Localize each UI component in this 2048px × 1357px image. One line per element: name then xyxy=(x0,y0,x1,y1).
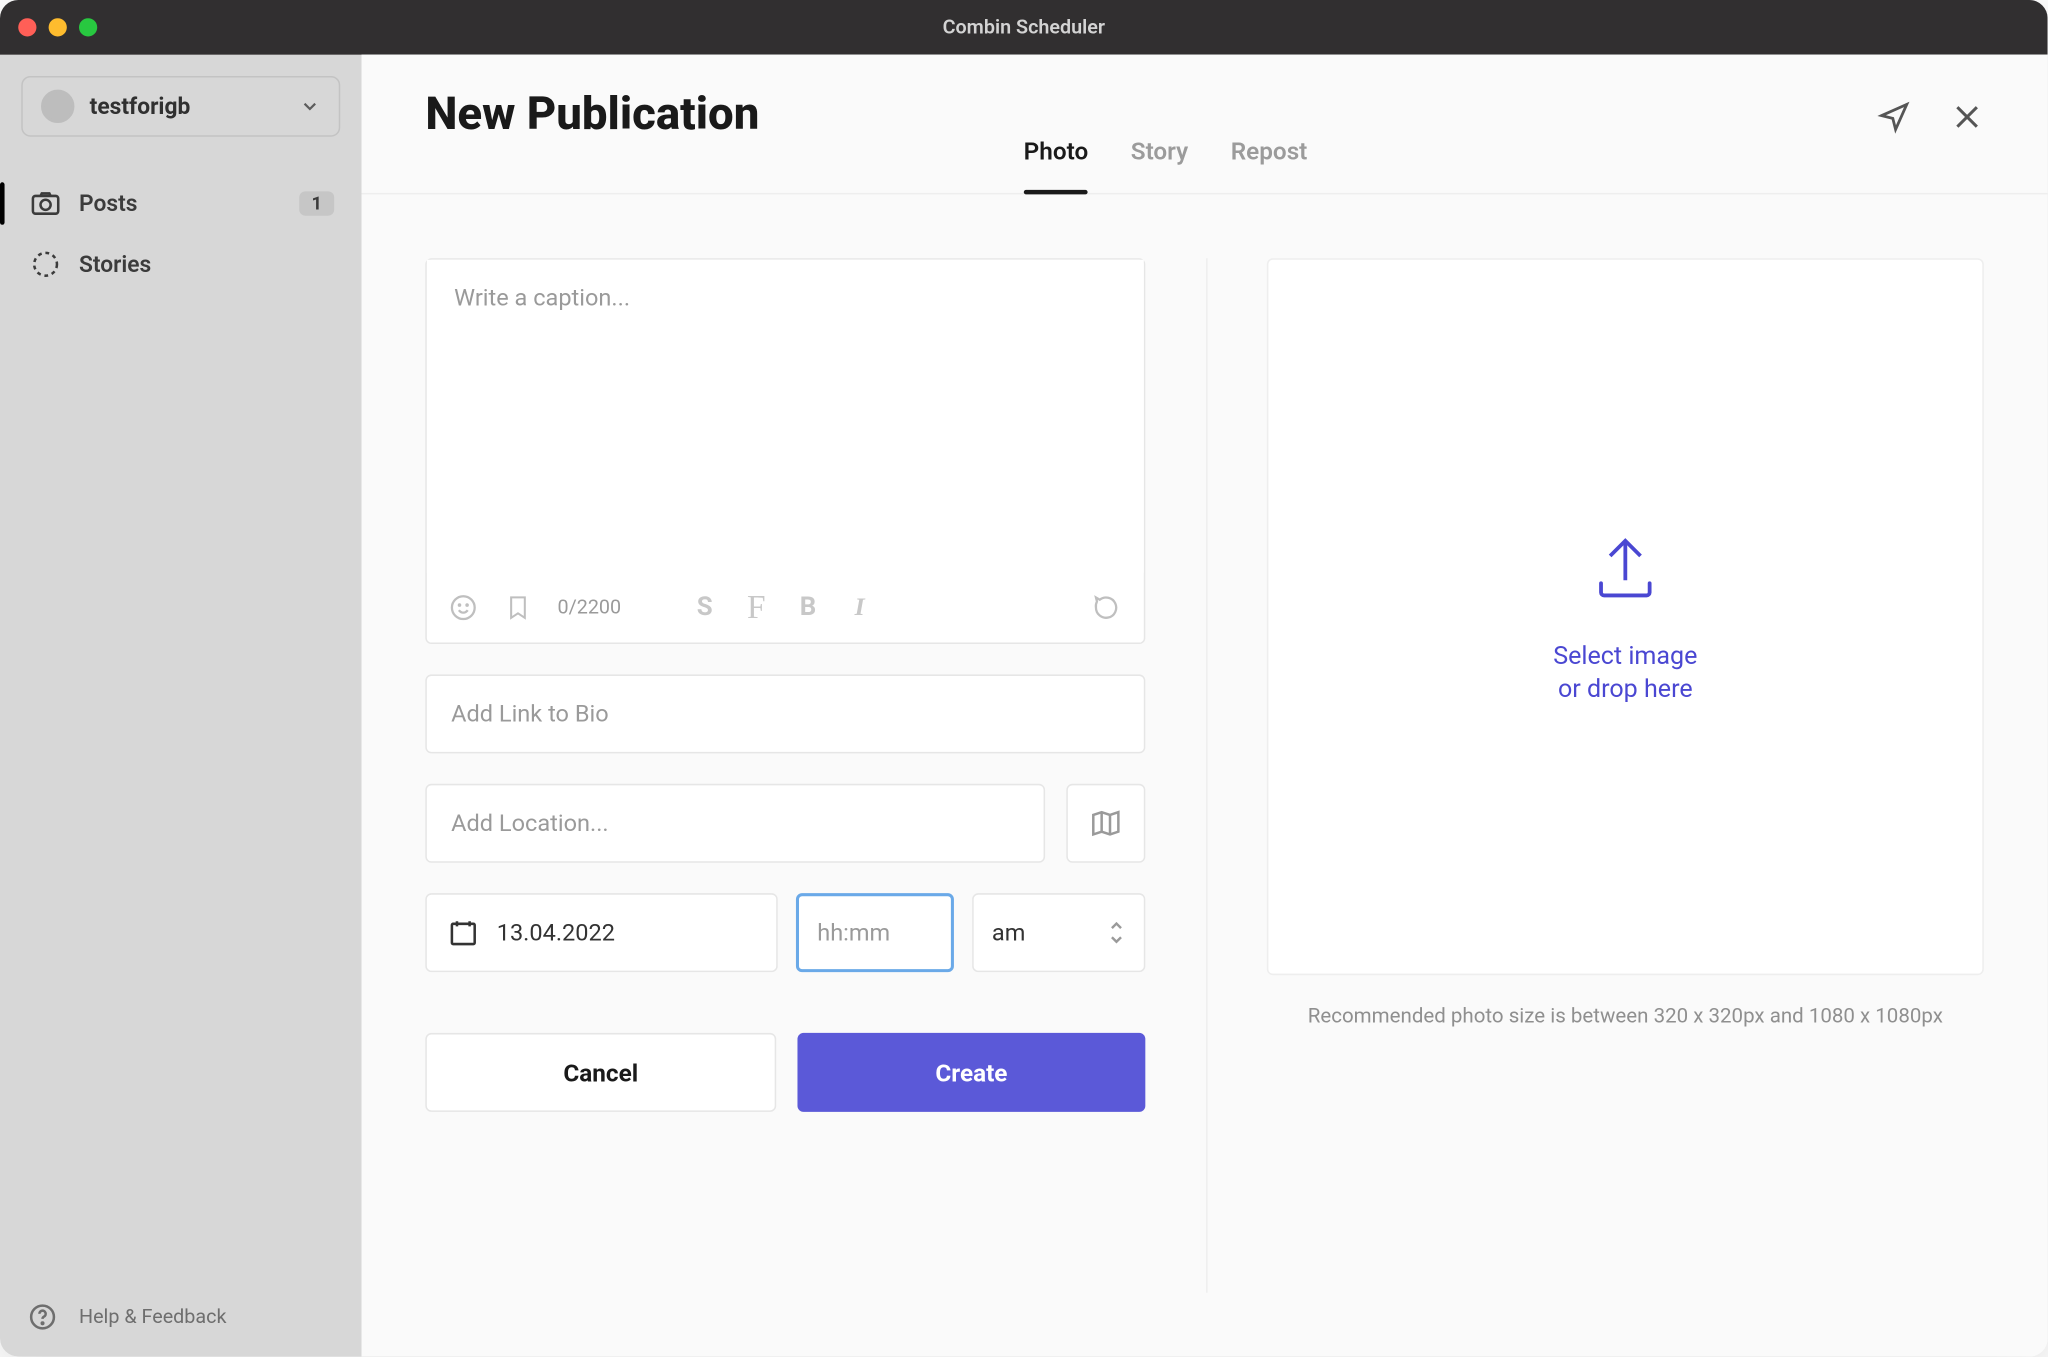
sidebar-item-posts[interactable]: Posts 1 xyxy=(21,176,340,231)
tab-repost[interactable]: Repost xyxy=(1231,137,1308,193)
dropzone-line1: Select image xyxy=(1553,641,1697,675)
maximize-window-button[interactable] xyxy=(79,18,97,36)
caption-box: 0/2200 S F B I xyxy=(425,258,1145,644)
cancel-button[interactable]: Cancel xyxy=(425,1033,776,1112)
posts-badge: 1 xyxy=(299,191,334,215)
help-icon xyxy=(27,1302,57,1332)
stepper-icon xyxy=(1107,921,1125,945)
caption-input[interactable] xyxy=(427,260,1144,573)
location-input[interactable] xyxy=(425,784,1045,863)
camera-icon xyxy=(30,188,60,218)
schedule-row: 13.04.2022 am xyxy=(425,893,1145,972)
stories-icon xyxy=(30,249,60,279)
link-to-bio-input[interactable] xyxy=(425,674,1145,753)
map-icon xyxy=(1089,807,1122,840)
dropzone-line2: or drop here xyxy=(1553,674,1697,708)
tabs: Photo Story Repost xyxy=(1024,137,1308,193)
time-input[interactable] xyxy=(796,893,954,972)
sidebar: testforigb Posts 1 Stories xyxy=(0,55,362,1357)
form-column: 0/2200 S F B I xyxy=(425,258,1145,1292)
tab-story[interactable]: Story xyxy=(1131,137,1188,193)
upload-icon xyxy=(1583,525,1668,610)
account-name: testforigb xyxy=(90,93,284,120)
emoji-icon[interactable] xyxy=(448,592,478,622)
form-area: 0/2200 S F B I xyxy=(362,194,2048,1356)
italic-button[interactable]: I xyxy=(846,592,873,622)
date-field[interactable]: 13.04.2022 xyxy=(425,893,777,972)
upload-hint: Recommended photo size is between 320 x … xyxy=(1308,1003,1943,1032)
window-title: Combin Scheduler xyxy=(943,16,1105,39)
send-icon[interactable] xyxy=(1877,100,1910,133)
char-counter: 0/2200 xyxy=(557,596,621,619)
close-icon[interactable] xyxy=(1950,100,1983,133)
ampm-selector[interactable]: am xyxy=(972,893,1145,972)
calendar-icon xyxy=(448,917,478,947)
tab-photo[interactable]: Photo xyxy=(1024,137,1089,193)
strikethrough-button[interactable]: S xyxy=(691,592,718,622)
chevron-down-icon xyxy=(299,96,320,117)
account-selector[interactable]: testforigb xyxy=(21,76,340,137)
upload-column: Select image or drop here Recommended ph… xyxy=(1267,258,1984,1292)
date-value: 13.04.2022 xyxy=(497,919,615,946)
comment-icon[interactable] xyxy=(1092,592,1122,622)
header: New Publication Photo Story Repost xyxy=(362,55,2048,195)
close-window-button[interactable] xyxy=(18,18,36,36)
ampm-value: am xyxy=(992,919,1025,946)
main-panel: New Publication Photo Story Repost xyxy=(362,55,2048,1357)
script-font-button[interactable]: F xyxy=(743,588,770,627)
help-label: Help & Feedback xyxy=(79,1306,227,1329)
caption-toolbar: 0/2200 S F B I xyxy=(427,573,1144,643)
sidebar-item-stories[interactable]: Stories xyxy=(21,237,340,292)
map-button[interactable] xyxy=(1066,784,1145,863)
create-button[interactable]: Create xyxy=(797,1033,1145,1112)
app-window: Combin Scheduler testforigb Posts 1 xyxy=(0,0,2048,1356)
sidebar-item-label: Posts xyxy=(79,190,137,217)
minimize-window-button[interactable] xyxy=(49,18,67,36)
content: testforigb Posts 1 Stories xyxy=(0,55,2048,1357)
titlebar: Combin Scheduler xyxy=(0,0,2048,55)
sidebar-item-label: Stories xyxy=(79,251,151,278)
nav-list: Posts 1 Stories xyxy=(21,176,340,291)
location-row xyxy=(425,784,1145,863)
header-actions xyxy=(1877,88,1983,134)
dropzone-text: Select image or drop here xyxy=(1553,641,1697,709)
traffic-lights xyxy=(18,18,97,36)
image-dropzone[interactable]: Select image or drop here xyxy=(1267,258,1984,975)
bookmark-icon[interactable] xyxy=(503,592,533,622)
button-row: Cancel Create xyxy=(425,1033,1145,1112)
page-title: New Publication xyxy=(425,88,759,141)
avatar xyxy=(41,90,74,123)
bold-button[interactable]: B xyxy=(794,592,821,622)
help-feedback[interactable]: Help & Feedback xyxy=(21,1277,340,1356)
